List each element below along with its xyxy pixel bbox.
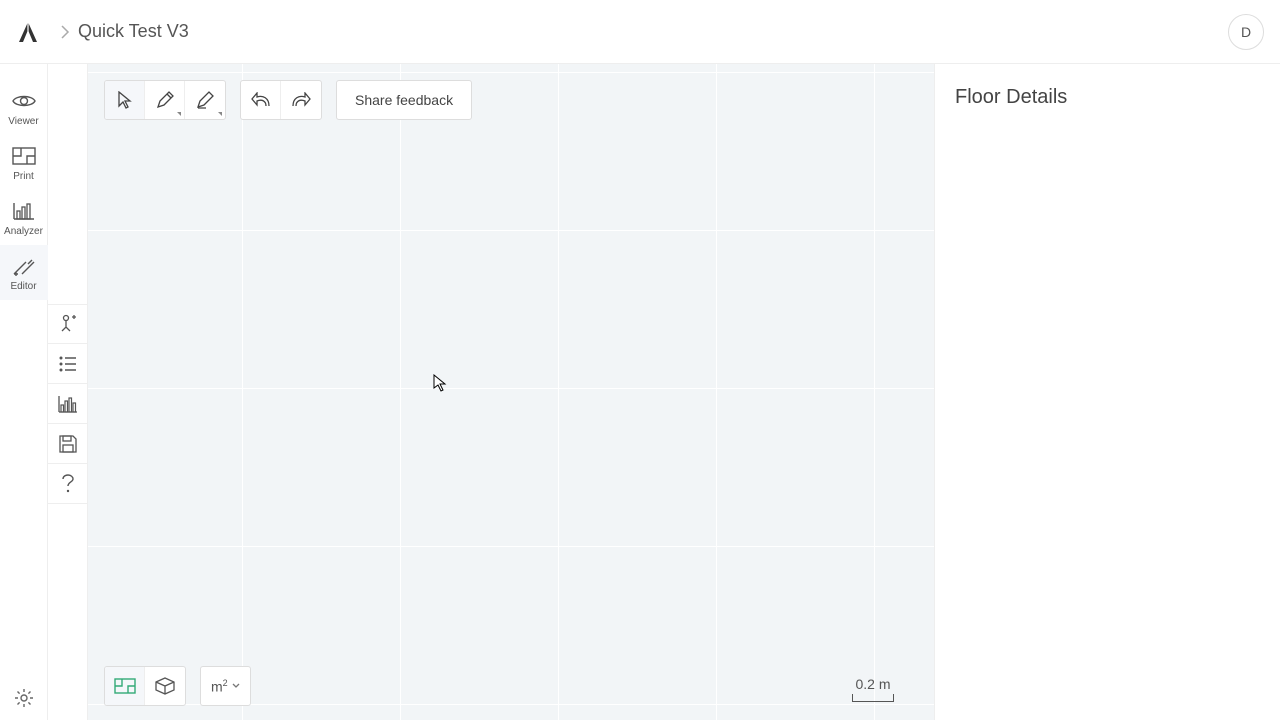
mode-viewer[interactable]: Viewer [0, 80, 48, 135]
chevron-right-icon [60, 25, 70, 39]
cube-3d-icon [155, 677, 175, 695]
share-feedback-button[interactable]: Share feedback [336, 80, 472, 120]
eye-icon [12, 93, 36, 109]
redo-icon [291, 92, 311, 108]
app-logo[interactable] [16, 20, 40, 44]
floorplan-icon [12, 147, 36, 165]
pencil-line-icon [196, 91, 214, 109]
history-group [240, 80, 322, 120]
undo-button[interactable] [241, 81, 281, 119]
breadcrumb-separator [60, 25, 70, 39]
view-3d-button[interactable] [145, 667, 185, 705]
tool-select[interactable] [105, 81, 145, 119]
dropdown-caret-icon [218, 112, 222, 116]
mode-label: Analyzer [4, 226, 43, 237]
dropdown-caret-icon [177, 112, 181, 116]
tool-list[interactable] [48, 344, 88, 384]
plan-2d-icon [114, 678, 136, 694]
units-label: m2 [211, 678, 228, 695]
redo-button[interactable] [281, 81, 321, 119]
mode-label: Editor [10, 281, 36, 292]
user-avatar[interactable]: D [1228, 14, 1264, 50]
undo-icon [251, 92, 271, 108]
chevron-down-icon [232, 683, 240, 689]
editor-icon [12, 256, 36, 276]
units-group: m2 [200, 666, 251, 706]
cursor-overlay [433, 374, 447, 392]
gear-icon [14, 688, 34, 708]
pencil-icon [156, 91, 174, 109]
details-title: Floor Details [955, 86, 1260, 109]
bar-chart-icon [13, 202, 35, 220]
tool-help[interactable] [48, 464, 88, 504]
help-icon [62, 474, 74, 494]
details-panel: Floor Details [934, 64, 1280, 720]
tool-rail [48, 64, 88, 720]
list-icon [59, 356, 77, 372]
scale-indicator: 0.2 m [852, 676, 894, 702]
canvas[interactable]: Share feedback m2 0.2 m [88, 64, 934, 720]
tool-chart[interactable] [48, 384, 88, 424]
mode-print[interactable]: Print [0, 135, 48, 190]
view-2d-button[interactable] [105, 667, 145, 705]
mode-rail: Viewer Print Analyzer Editor [0, 64, 48, 720]
add-node-icon [58, 314, 78, 334]
mouse-cursor-icon [433, 374, 447, 392]
mode-label: Print [13, 171, 34, 182]
mode-editor[interactable]: Editor [0, 245, 48, 300]
tool-add-node[interactable] [48, 304, 88, 344]
cursor-icon [117, 91, 133, 109]
save-icon [59, 435, 77, 453]
logo-icon [16, 20, 40, 44]
tool-draw-wall[interactable] [145, 81, 185, 119]
settings-button[interactable] [0, 688, 47, 708]
feedback-label: Share feedback [355, 92, 453, 108]
top-toolbar: Share feedback [104, 80, 472, 120]
tool-draw-line[interactable] [185, 81, 225, 119]
avatar-initial: D [1241, 24, 1251, 40]
tool-save[interactable] [48, 424, 88, 464]
bottom-toolbar: m2 [104, 666, 251, 706]
units-button[interactable]: m2 [201, 667, 250, 705]
scale-bar [852, 694, 894, 702]
scale-label: 0.2 m [852, 676, 894, 692]
chart-icon [58, 395, 78, 413]
mode-analyzer[interactable]: Analyzer [0, 190, 48, 245]
draw-tools-group [104, 80, 226, 120]
mode-label: Viewer [8, 116, 38, 127]
view-mode-group [104, 666, 186, 706]
breadcrumb-title[interactable]: Quick Test V3 [78, 21, 189, 42]
app-header: Quick Test V3 D [0, 0, 1280, 64]
